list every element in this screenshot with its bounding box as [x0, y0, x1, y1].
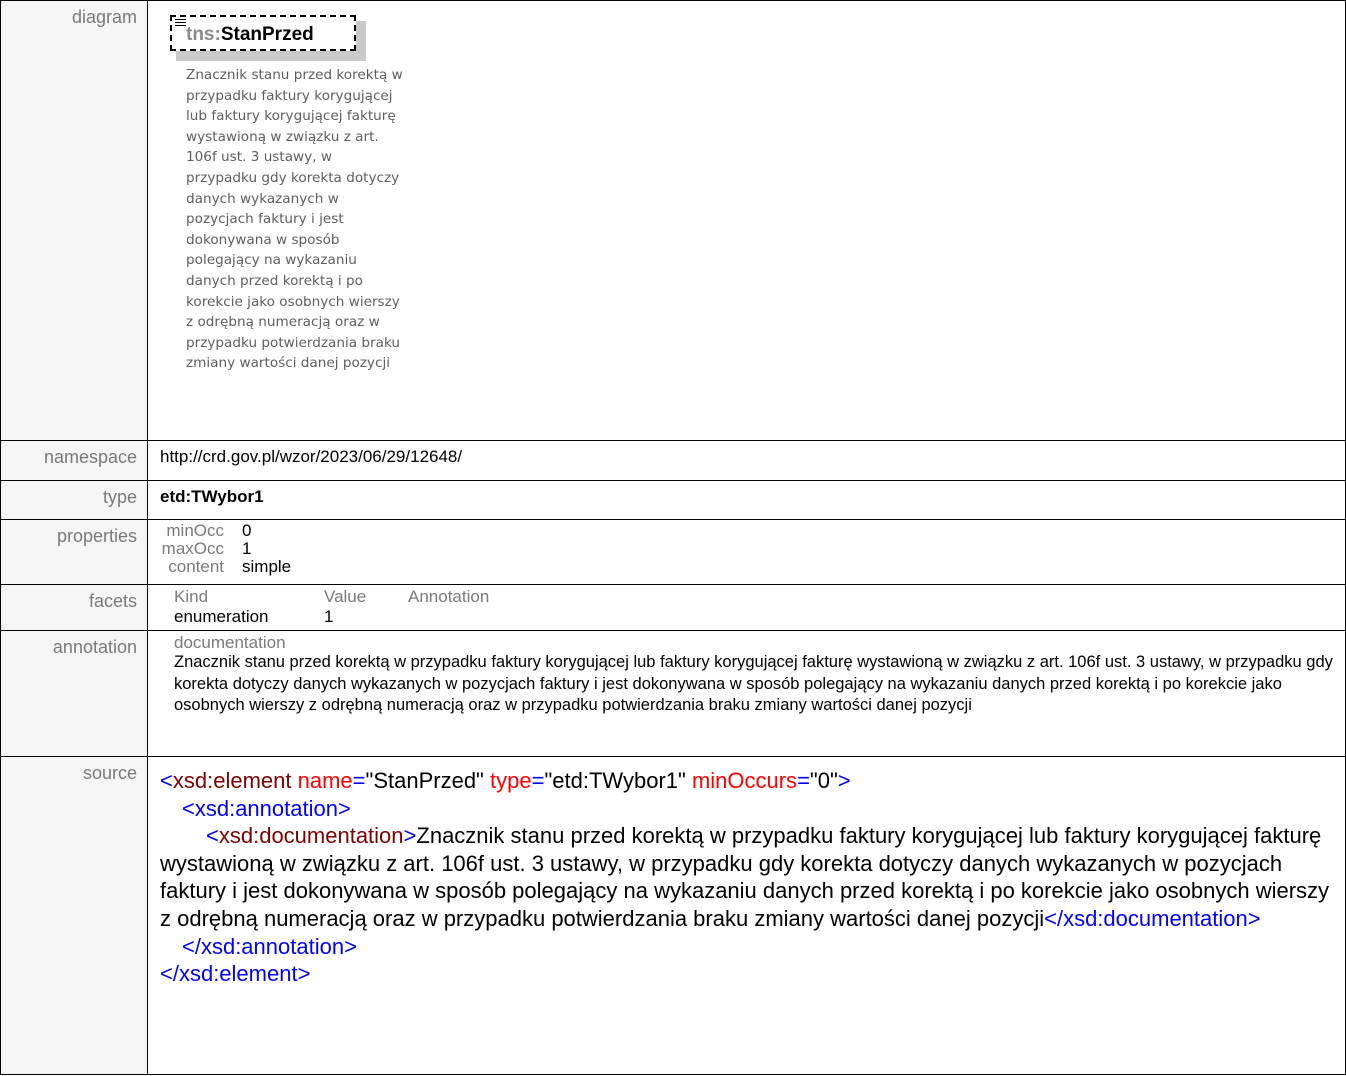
- diagram-doc-line: zmiany wartości danej pozycji: [186, 355, 390, 372]
- source-documentation-tag: xsd:documentation: [218, 823, 404, 849]
- diagram-doc-line: przypadku faktury korygującej: [186, 87, 393, 104]
- label-type: type: [0, 480, 148, 520]
- element-doc-table: diagram tns:StanPrzed Znacznik stanu prz…: [0, 0, 1346, 1075]
- diagram-cell: tns:StanPrzed Znacznik stanu przed korek…: [147, 0, 1346, 441]
- diagram-documentation: Znacznik stanu przed korektą w przypadku …: [186, 65, 486, 374]
- type-link[interactable]: etd:TWybor1: [160, 487, 264, 506]
- diagram-doc-line: z odrębną numeracją oraz w: [186, 314, 380, 331]
- documentation-icon: [175, 19, 186, 28]
- diagram-doc-line: Znacznik stanu przed korektą w: [186, 67, 403, 83]
- row-diagram: diagram tns:StanPrzed Znacznik stanu prz…: [0, 0, 1346, 441]
- source-annotation-close: </xsd:annotation>: [182, 933, 357, 959]
- diagram-doc-line: polegający na wykazaniu: [186, 252, 357, 269]
- label-source: source: [0, 756, 148, 1075]
- source-gt: >: [403, 823, 417, 849]
- source-attr-name-value: "StanPrzed": [365, 768, 484, 793]
- source-line-annotation-open: <xsd:annotation>: [160, 795, 1331, 823]
- facets-cell: Kind Value Annotation enumeration 1: [147, 584, 1346, 631]
- diagram-doc-line: przypadku gdy korekta dotyczy: [186, 169, 400, 186]
- label-properties: properties: [0, 519, 148, 585]
- property-key: maxOcc: [161, 539, 224, 558]
- row-properties: properties minOcc 0 maxOcc 1 content simple: [0, 519, 1346, 585]
- diagram-doc-line: przypadku potwierdzania braku: [186, 334, 401, 351]
- facets-table: Kind Value Annotation enumeration 1: [174, 587, 1345, 627]
- source-eq: =: [352, 768, 366, 793]
- row-source: source <xsd:element name="StanPrzed" typ…: [0, 756, 1346, 1075]
- facets-header-annotation: Annotation: [408, 587, 490, 606]
- row-type: type etd:TWybor1: [0, 480, 1346, 520]
- source-line-annotation-close: </xsd:annotation>: [160, 933, 1331, 961]
- annotation-heading: documentation: [174, 633, 286, 652]
- label-annotation: annotation: [0, 630, 148, 757]
- diagram-doc-line: danych wykazanych w: [186, 190, 339, 207]
- property-row: maxOcc 1: [160, 540, 1345, 558]
- property-key: minOcc: [166, 521, 224, 540]
- source-lt: <: [160, 768, 173, 793]
- source-line-documentation: <xsd:documentation>Znacznik stanu przed …: [160, 822, 1331, 932]
- source-gt: >: [837, 768, 851, 793]
- label-facets: facets: [0, 584, 148, 631]
- source-attr-type: type: [490, 768, 532, 793]
- facets-row: enumeration 1: [174, 607, 1345, 627]
- source-cell: <xsd:element name="StanPrzed" type="etd:…: [147, 756, 1346, 1075]
- diagram-doc-line: lub faktury korygującej fakturę: [186, 108, 396, 125]
- label-diagram: diagram: [0, 0, 148, 441]
- diagram-element-box[interactable]: tns:StanPrzed: [170, 15, 356, 51]
- diagram-doc-line: 106f ust. 3 ustawy, w: [186, 149, 332, 166]
- source-lt: <: [206, 823, 219, 849]
- annotation-cell: documentation Znacznik stanu przed korek…: [147, 630, 1346, 757]
- source-documentation-close: </xsd:documentation>: [1044, 905, 1261, 931]
- properties-cell: minOcc 0 maxOcc 1 content simple: [147, 519, 1346, 585]
- source-element-tag: xsd:element: [172, 768, 292, 793]
- namespace-value: http://crd.gov.pl/wzor/2023/06/29/12648/: [147, 440, 1346, 481]
- source-attr-minoccurs: minOccurs: [691, 768, 798, 793]
- property-value: simple: [242, 557, 292, 576]
- source-element-close: </xsd:element>: [160, 961, 311, 987]
- source-line-element-open: <xsd:element name="StanPrzed" type="etd:…: [160, 767, 1331, 795]
- properties-list: minOcc 0 maxOcc 1 content simple: [160, 522, 1345, 576]
- source-attr-minoccurs-value: "0": [809, 768, 838, 793]
- diagram-doc-line: korekcie jako osobnych wierszy: [186, 293, 400, 310]
- type-value: etd:TWybor1: [147, 480, 1346, 520]
- diagram-doc-line: danych przed korektą i po: [186, 272, 363, 289]
- source-eq: =: [531, 768, 545, 793]
- facets-header-row: Kind Value Annotation: [174, 587, 1345, 607]
- diagram-doc-line: dokonywana w sposób: [186, 231, 340, 248]
- element-diagram[interactable]: tns:StanPrzed: [170, 15, 366, 61]
- diagram-doc-line: wystawioną w związku z art.: [186, 128, 379, 145]
- row-namespace: namespace http://crd.gov.pl/wzor/2023/06…: [0, 440, 1346, 481]
- property-row: minOcc 0: [160, 522, 1345, 540]
- facets-header-kind: Kind: [174, 587, 209, 606]
- row-annotation: annotation documentation Znacznik stanu …: [0, 630, 1346, 757]
- source-attr-type-value: "etd:TWybor1": [544, 768, 686, 793]
- diagram-element-localname: StanPrzed: [220, 24, 314, 45]
- row-facets: facets Kind Value Annotation enumeration 1: [0, 584, 1346, 631]
- source-code: <xsd:element name="StanPrzed" type="etd:…: [160, 767, 1345, 988]
- source-attr-name: name: [297, 768, 353, 793]
- property-key: content: [168, 557, 224, 576]
- facet-value: 1: [324, 607, 334, 626]
- annotation-text: Znacznik stanu przed korektą w przypadku…: [174, 653, 1333, 715]
- property-row: content simple: [160, 558, 1345, 576]
- facets-header-value: Value: [324, 587, 367, 606]
- diagram-element-prefix: tns:: [186, 24, 221, 45]
- diagram-element-name: tns:StanPrzed: [186, 24, 314, 46]
- label-namespace: namespace: [0, 440, 148, 481]
- source-annotation-open: <xsd:annotation>: [182, 795, 351, 821]
- property-value: 0: [242, 521, 252, 540]
- source-line-element-close: </xsd:element>: [160, 960, 1331, 988]
- facet-kind: enumeration: [174, 607, 269, 626]
- diagram-doc-line: pozycjach faktury i jest: [186, 211, 344, 228]
- property-value: 1: [242, 539, 252, 558]
- source-eq: =: [797, 768, 810, 793]
